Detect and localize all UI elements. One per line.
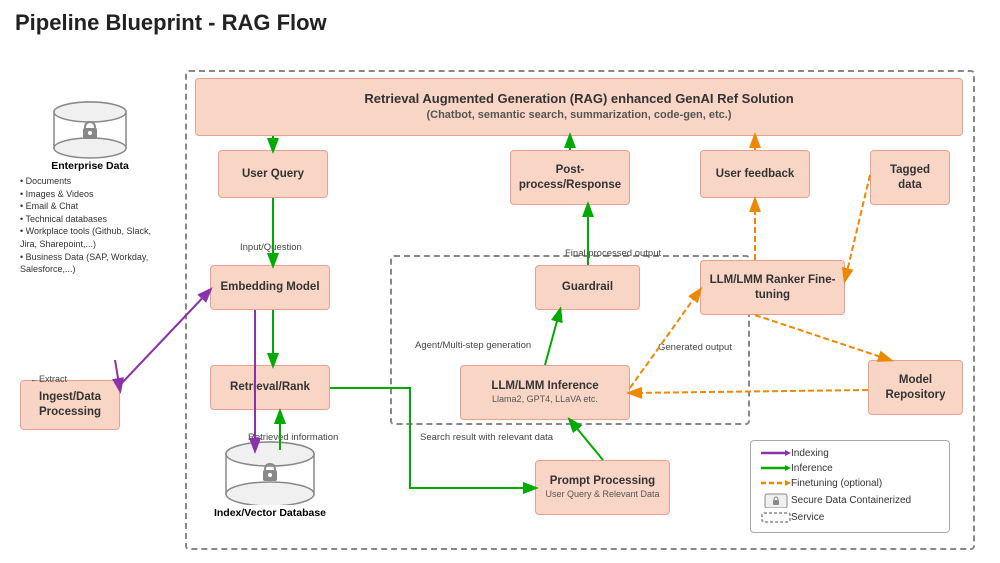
indexing-arrow-icon [761, 447, 791, 459]
label-search-result: Search result with relevant data [420, 432, 553, 443]
model-repository-box: ModelRepository [868, 360, 963, 415]
prompt-processing-box: Prompt Processing User Query & Relevant … [535, 460, 670, 515]
enterprise-cylinder [50, 100, 130, 160]
page-title: Pipeline Blueprint - RAG Flow [15, 10, 985, 36]
legend-secure-data: Secure Data Containerized [761, 492, 939, 508]
legend-service: Service [761, 511, 939, 523]
diagram-container: Pipeline Blueprint - RAG Flow Retrieval … [0, 0, 1000, 563]
index-vector-label: Index/Vector Database [200, 507, 340, 519]
llm-inference-box: LLM/LMM Inference Llama2, GPT4, LLaVA et… [460, 365, 630, 420]
tagged-data-box: Taggeddata [870, 150, 950, 205]
enterprise-title: Enterprise Data [20, 160, 160, 172]
user-feedback-box: User feedback [700, 150, 810, 198]
label-input-question: Input/Question [240, 242, 302, 253]
legend-inference: Inference [761, 462, 939, 474]
index-cylinder [220, 440, 320, 505]
retrieval-rank-box: Retrieval/Rank [210, 365, 330, 410]
legend-finetuning: Finetuning (optional) [761, 477, 939, 489]
label-extract: ←Extract [30, 374, 67, 385]
ingest-data-box: Ingest/DataProcessing [20, 380, 120, 430]
rag-subtitle: (Chatbot, semantic search, summarization… [426, 108, 731, 122]
label-final-processed: Final processed output [565, 248, 661, 259]
inference-arrow-icon [761, 462, 791, 474]
user-query-box: User Query [218, 150, 328, 198]
label-agent-multistep: Agent/Multi-step generation [415, 340, 531, 351]
enterprise-area: Enterprise Data Documents Images & Video… [20, 100, 160, 276]
guardrail-box: Guardrail [535, 265, 640, 310]
post-process-box: Post-process/Response [510, 150, 630, 205]
enterprise-list: Documents Images & Videos Email & Chat T… [20, 175, 160, 276]
llm-ranker-box: LLM/LMM Ranker Fine-tuning [700, 260, 845, 315]
label-generated-output: Generated output [658, 342, 732, 353]
label-retrieved-info: Retrieved information [248, 432, 338, 443]
embedding-model-box: Embedding Model [210, 265, 330, 310]
legend-indexing: Indexing [761, 447, 939, 459]
finetuning-arrow-icon [761, 477, 791, 489]
service-dashed-icon [761, 511, 791, 523]
legend-box: Indexing Inference Finetuning (optional)… [750, 440, 950, 533]
index-vector-area: Index/Vector Database [200, 440, 340, 519]
rag-title: Retrieval Augmented Generation (RAG) enh… [364, 91, 793, 108]
secure-data-icon [761, 492, 791, 508]
rag-header-box: Retrieval Augmented Generation (RAG) enh… [195, 78, 963, 136]
